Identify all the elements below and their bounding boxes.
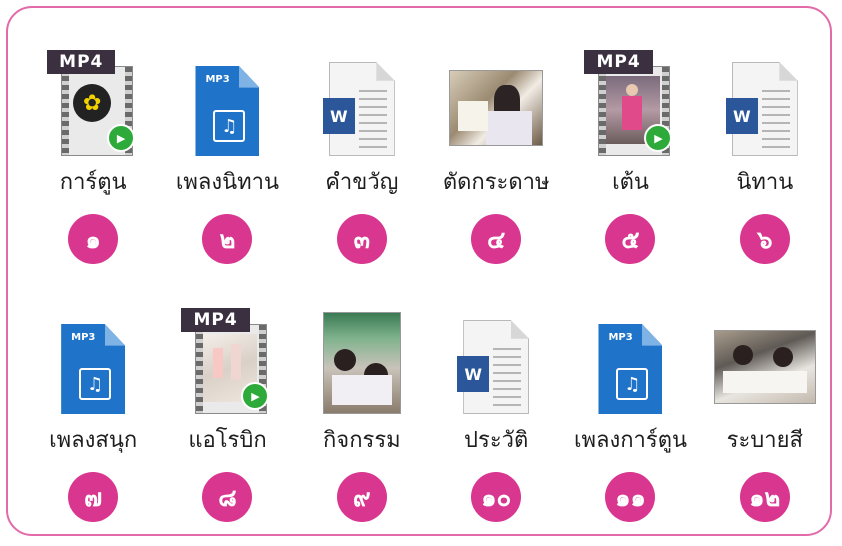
file-label: นิทาน [736, 170, 794, 195]
word-logo-icon: W [457, 356, 490, 392]
mp4-badge-label: MP4 [181, 308, 250, 332]
mp4-file-icon: MP4 ▶ [172, 294, 282, 414]
play-icon: ▶ [107, 124, 136, 152]
file-item-motto[interactable]: W คำขวัญ ๓ [295, 36, 429, 266]
film-reel-icon: ✿ [73, 84, 112, 122]
file-item-history[interactable]: W ประวัติ ๑๐ [429, 294, 563, 524]
mp3-badge-label: MP3 [608, 332, 633, 343]
number-badge: ๙ [336, 472, 387, 522]
file-label: ตัดกระดาษ [442, 170, 550, 195]
number-badge: ๖ [739, 214, 790, 264]
word-logo-icon: W [322, 98, 355, 134]
file-item-cartoon[interactable]: ✿ MP4 ▶ การ์ตูน ๑ [26, 36, 160, 266]
file-item-cartoon-song[interactable]: MP3 ♫ เพลงการ์ตูน ๑๑ [563, 294, 697, 524]
play-icon: ▶ [644, 124, 673, 152]
file-item-tale[interactable]: W นิทาน ๖ [698, 36, 832, 266]
mp4-badge-label: MP4 [584, 50, 653, 74]
file-row-2: MP3 ♫ เพลงสนุก ๗ MP4 ▶ แอโรบิก ๘ กิจกรรม… [26, 294, 832, 524]
file-label: เพลงการ์ตูน [573, 428, 688, 453]
mp3-file-icon: MP3 ♫ [38, 294, 148, 414]
file-label: ระบายสี [726, 428, 803, 453]
music-note-icon: ♫ [616, 368, 649, 400]
mp3-file-icon: MP3 ♫ [575, 294, 685, 414]
number-badge: ๑๒ [739, 472, 790, 522]
file-label: แอโรบิก [188, 428, 267, 453]
file-label: คำขวัญ [325, 170, 399, 195]
file-item-fun-song[interactable]: MP3 ♫ เพลงสนุก ๗ [26, 294, 160, 524]
file-item-aerobic[interactable]: MP4 ▶ แอโรบิก ๘ [160, 294, 294, 524]
file-label: เต้น [612, 170, 649, 195]
mp3-badge-label: MP3 [71, 332, 96, 343]
number-badge: ๑๐ [471, 472, 522, 522]
mp4-file-icon: ✿ MP4 ▶ [38, 36, 148, 156]
file-item-paper-cutting[interactable]: ตัดกระดาษ ๔ [429, 36, 563, 266]
file-label: ประวัติ [464, 428, 529, 453]
file-item-coloring[interactable]: ระบายสี ๑๒ [698, 294, 832, 524]
music-note-icon: ♫ [213, 110, 246, 142]
word-logo-icon: W [725, 98, 758, 134]
number-badge: ๕ [605, 214, 656, 264]
file-row-1: ✿ MP4 ▶ การ์ตูน ๑ MP3 ♫ เพลงนิทาน ๒ W คำ… [26, 36, 832, 266]
word-document-icon: W [441, 294, 551, 414]
mp4-badge-label: MP4 [47, 50, 116, 74]
file-label: กิจกรรม [322, 428, 401, 453]
number-badge: ๑ [68, 214, 119, 264]
number-badge: ๔ [471, 214, 522, 264]
number-badge: ๒ [202, 214, 253, 264]
mp3-file-icon: MP3 ♫ [172, 36, 282, 156]
number-badge: ๑๑ [605, 472, 656, 522]
music-note-icon: ♫ [79, 368, 112, 400]
file-panel: ✿ MP4 ▶ การ์ตูน ๑ MP3 ♫ เพลงนิทาน ๒ W คำ… [6, 6, 832, 536]
file-item-activity[interactable]: กิจกรรม ๙ [295, 294, 429, 524]
word-document-icon: W [710, 36, 820, 156]
mp3-badge-label: MP3 [205, 74, 230, 85]
photo-thumbnail-icon [441, 36, 551, 156]
word-document-icon: W [307, 36, 417, 156]
photo-thumbnail-icon [710, 294, 820, 414]
file-label: เพลงนิทาน [175, 170, 280, 195]
number-badge: ๓ [336, 214, 387, 264]
file-label: การ์ตูน [59, 170, 127, 195]
play-icon: ▶ [241, 382, 270, 410]
file-item-dance[interactable]: MP4 ▶ เต้น ๕ [563, 36, 697, 266]
mp4-file-icon: MP4 ▶ [575, 36, 685, 156]
number-badge: ๘ [202, 472, 253, 522]
photo-thumbnail-icon [307, 294, 417, 414]
file-label: เพลงสนุก [49, 428, 138, 453]
file-item-story-song[interactable]: MP3 ♫ เพลงนิทาน ๒ [160, 36, 294, 266]
number-badge: ๗ [68, 472, 119, 522]
